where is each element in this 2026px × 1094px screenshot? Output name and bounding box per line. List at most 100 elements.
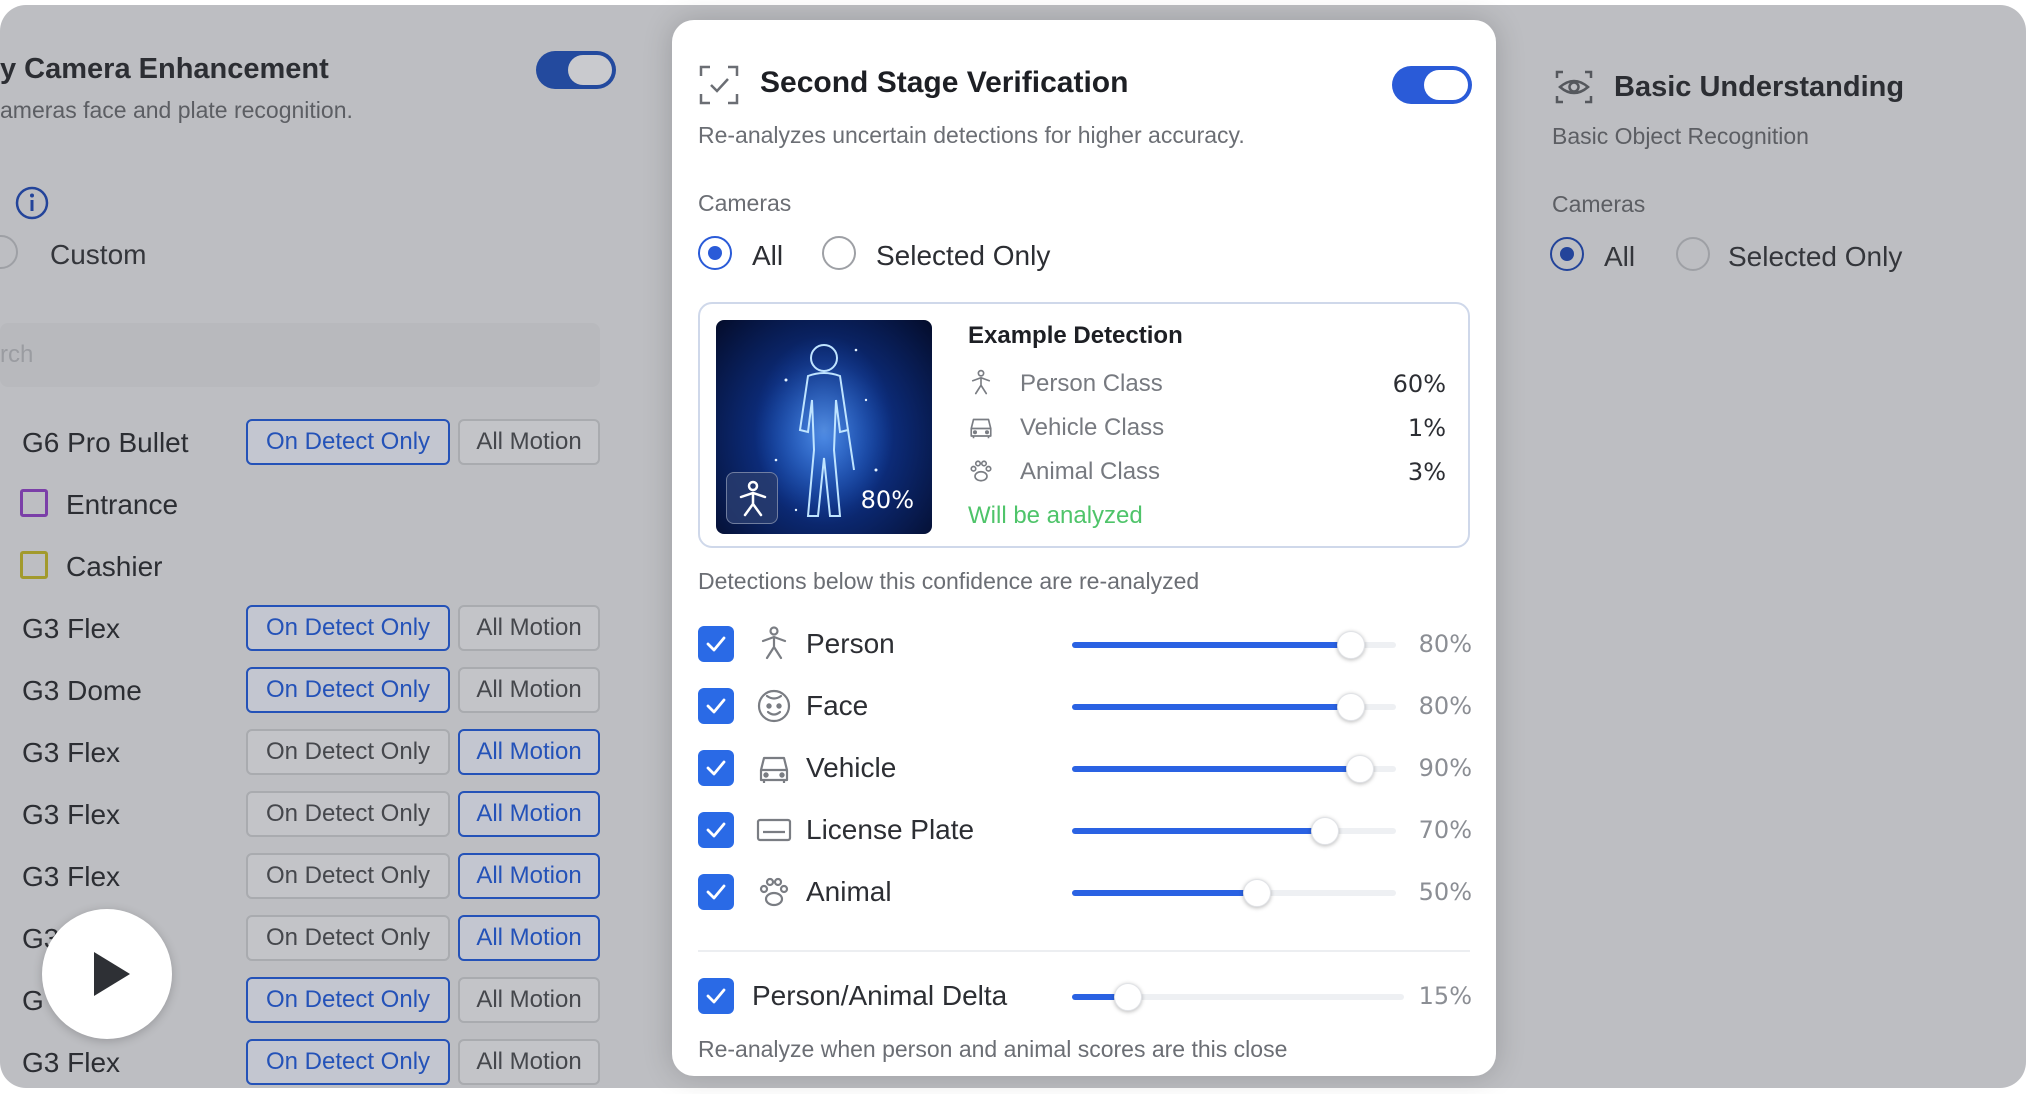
slider-handle[interactable]	[1337, 631, 1365, 659]
detection-row-animal: Animal 50%	[698, 868, 1478, 918]
class-label: Vehicle Class	[1020, 414, 1165, 441]
all-motion-button[interactable]: All Motion	[458, 419, 600, 465]
camera-row: G3 Flex On Detect Only All Motion	[0, 1039, 670, 1088]
confidence-value: 80%	[1418, 630, 1472, 658]
zone-name: Entrance	[66, 489, 179, 520]
camera-name: G6 Pro Bullet	[22, 427, 189, 458]
delta-slider[interactable]	[1072, 983, 1404, 1011]
all-cameras-radio[interactable]	[1550, 237, 1584, 271]
zone-name: Cashier	[66, 551, 163, 582]
person-icon	[761, 626, 787, 660]
detection-thumbnail: 80%	[716, 320, 932, 534]
selected-only-label: Selected Only	[876, 240, 1051, 271]
on-detect-only-button[interactable]: On Detect Only	[246, 605, 450, 651]
slider-handle[interactable]	[1337, 693, 1365, 721]
on-detect-only-button[interactable]: On Detect Only	[246, 729, 450, 775]
confidence-slider[interactable]	[1072, 693, 1396, 721]
verification-toggle[interactable]	[1392, 66, 1472, 104]
divider	[698, 950, 1470, 952]
class-label: Animal Class	[1020, 458, 1161, 485]
slider-handle[interactable]	[1311, 817, 1339, 845]
on-detect-only-button[interactable]: On Detect Only	[246, 915, 450, 961]
camera-row: G3 Flex On Detect Only All Motion	[0, 791, 670, 841]
second-stage-verification-card: Second Stage Verification Re-analyzes un…	[672, 20, 1496, 1076]
all-motion-button[interactable]: All Motion	[458, 791, 600, 837]
camera-name: G3 Flex	[22, 737, 121, 768]
on-detect-only-button[interactable]: On Detect Only	[246, 977, 450, 1023]
confidence-value: 50%	[1418, 878, 1472, 906]
example-class-row: Person Class 60%	[966, 366, 1456, 402]
card-description: Re-analyzes uncertain detections for hig…	[698, 122, 1245, 148]
on-detect-only-button[interactable]: On Detect Only	[246, 419, 450, 465]
detection-name: Animal	[806, 876, 892, 907]
card-title: Second Stage Verification	[760, 66, 1129, 99]
all-motion-button[interactable]: All Motion	[458, 605, 600, 651]
camera-name: G3 Flex	[22, 613, 121, 644]
detection-checkbox[interactable]	[698, 874, 734, 910]
vehicle-icon	[759, 756, 789, 783]
zone-row: Cashier	[0, 543, 670, 593]
confidence-slider[interactable]	[1072, 879, 1396, 907]
slider-handle[interactable]	[1114, 983, 1142, 1011]
confidence-slider[interactable]	[1072, 817, 1396, 845]
confidence-slider[interactable]	[1072, 755, 1396, 783]
confidence-value: 90%	[1418, 754, 1472, 782]
license-plate-icon	[756, 818, 792, 842]
all-motion-button[interactable]: All Motion	[458, 729, 600, 775]
detection-checkbox[interactable]	[698, 626, 734, 662]
all-cameras-label: All	[752, 240, 784, 271]
detection-checkbox[interactable]	[698, 688, 734, 724]
paw-icon	[970, 460, 992, 482]
detection-row-face: Face 80%	[698, 682, 1478, 732]
detection-checkbox[interactable]	[698, 812, 734, 848]
delta-note: Re-analyze when person and animal scores…	[698, 1036, 1288, 1062]
search-placeholder: rch	[0, 341, 34, 368]
on-detect-only-button[interactable]: On Detect Only	[246, 791, 450, 837]
class-label: Person Class	[1020, 370, 1163, 397]
camera-row: G3 Flex On Detect Only All Motion	[0, 729, 670, 779]
custom-radio[interactable]	[0, 235, 18, 269]
on-detect-only-button[interactable]: On Detect Only	[246, 1039, 450, 1085]
detection-name: Face	[806, 690, 869, 721]
camera-row: G3 Dome On Detect Only All Motion	[0, 667, 670, 717]
detection-row-person: Person 80%	[698, 620, 1478, 670]
confidence-slider[interactable]	[1072, 631, 1396, 659]
detection-name: License Plate	[806, 814, 975, 845]
camera-enhancement-toggle[interactable]	[536, 51, 616, 89]
camera-name: G3 Flex	[22, 861, 121, 892]
zone-icon	[20, 489, 48, 517]
all-motion-button[interactable]: All Motion	[458, 915, 600, 961]
panel-title: y Camera Enhancement	[0, 53, 329, 85]
all-motion-button[interactable]: All Motion	[458, 667, 600, 713]
camera-search-input[interactable]: rch	[0, 323, 600, 387]
detection-checkbox[interactable]	[698, 750, 734, 786]
on-detect-only-button[interactable]: On Detect Only	[246, 667, 450, 713]
all-motion-button[interactable]: All Motion	[458, 853, 600, 899]
delta-label: Person/Animal Delta	[752, 980, 1008, 1011]
camera-row: G6 Pro Bullet On Detect Only All Motion	[0, 419, 670, 469]
camera-name: G3 Dome	[22, 675, 142, 706]
all-cameras-radio[interactable]	[698, 236, 732, 270]
class-value: 1%	[1407, 414, 1446, 442]
face-icon	[757, 689, 791, 723]
slider-handle[interactable]	[1346, 755, 1374, 783]
panel-title: Basic Understanding	[1614, 71, 1905, 103]
selected-only-radio[interactable]	[1676, 237, 1710, 271]
person-icon	[971, 369, 991, 395]
cameras-label: Cameras	[1552, 191, 1646, 217]
delta-checkbox[interactable]	[698, 978, 734, 1014]
all-motion-button[interactable]: All Motion	[458, 1039, 600, 1085]
all-motion-button[interactable]: All Motion	[458, 977, 600, 1023]
info-icon[interactable]	[14, 185, 50, 221]
on-detect-only-button[interactable]: On Detect Only	[246, 853, 450, 899]
selected-only-radio[interactable]	[822, 236, 856, 270]
confidence-value: 70%	[1418, 816, 1472, 844]
class-value: 3%	[1407, 458, 1446, 486]
camera-name: G3 Flex	[22, 799, 121, 830]
slider-handle[interactable]	[1243, 879, 1271, 907]
selected-only-label: Selected Only	[1728, 241, 1903, 272]
detection-name: Vehicle	[806, 752, 897, 783]
play-button[interactable]	[42, 909, 172, 1039]
play-icon	[94, 952, 130, 996]
cameras-label: Cameras	[698, 190, 792, 216]
